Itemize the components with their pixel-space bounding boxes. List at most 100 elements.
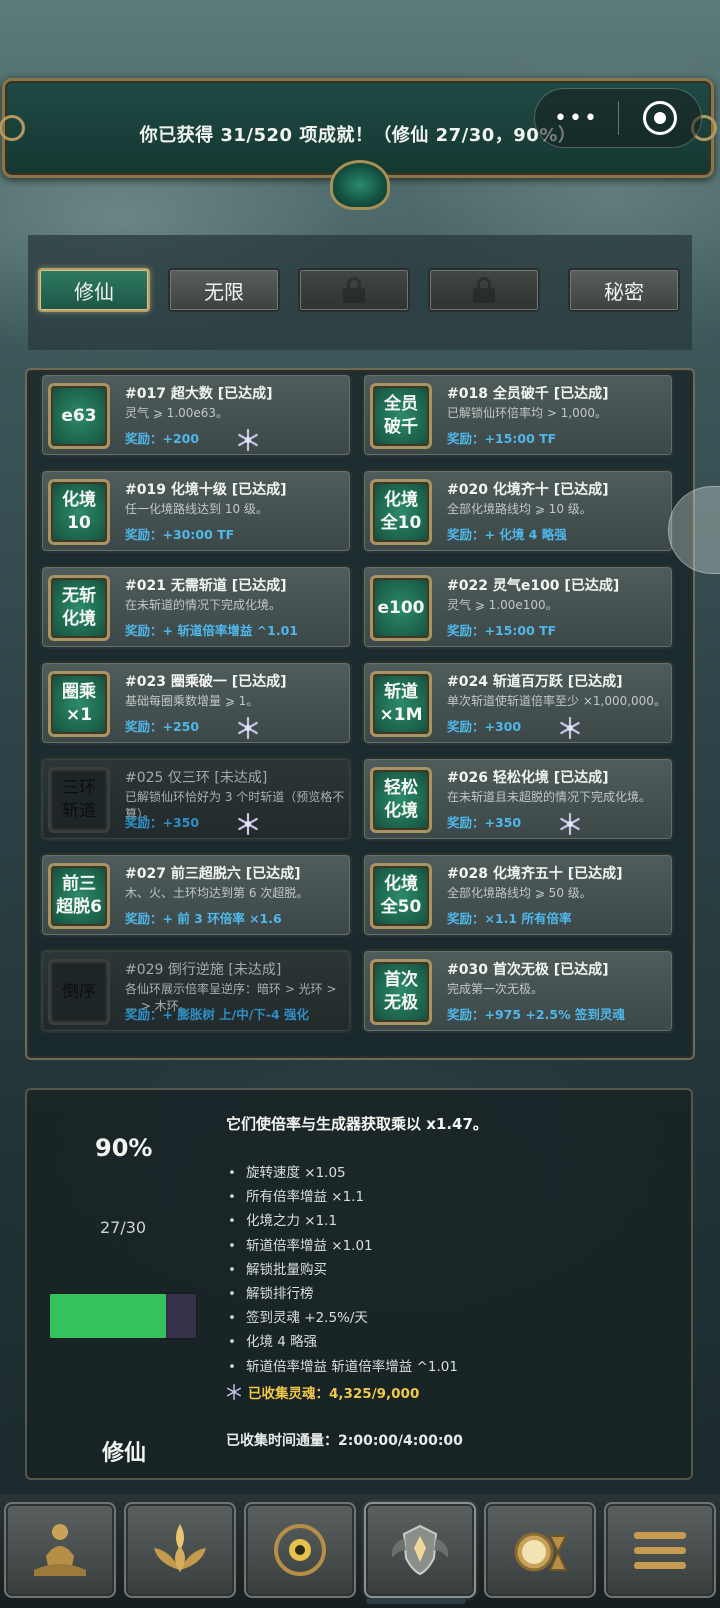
achievement-card[interactable]: 化境 10 #019 化境十级 [已达成] 任一化境路线达到 10 级。 奖励：+30… bbox=[40, 469, 352, 553]
achievement-badge: 全员 破千 bbox=[370, 383, 432, 449]
achievement-card[interactable]: 前三 超脱6 #027 前三超脱六 [已达成] 木、火、土环均达到第 6 次超脱。奖… bbox=[40, 853, 352, 937]
achievement-card[interactable]: 斩道 ×1M #024 斩道百万跃 [已达成] 单次斩道使斩道倍率至少 ×1,000… bbox=[362, 661, 674, 745]
achievement-card[interactable]: 首次 无极 #030 首次无极 [已达成] 完成第一次无极。奖励：+975 +2.5… bbox=[362, 949, 674, 1033]
bonus-item: 斩道倍率增益 斩道倍率增益 ^1.01 bbox=[228, 1355, 458, 1379]
bonus-item: 签到灵魂 +2.5%/天 bbox=[228, 1306, 458, 1330]
bonus-item: 化境之力 ×1.1 bbox=[228, 1209, 458, 1233]
achievement-card[interactable]: e63 #017 超大数 [已达成] 灵气 ⩾ 1.00e63。 奖励：+200 bbox=[40, 373, 352, 457]
achievement-description: 灵气 ⩾ 1.00e63。 bbox=[125, 406, 229, 420]
achievement-badge-text: 轻松 化境 bbox=[384, 778, 418, 821]
achievement-badge-text: 斩道 ×1M bbox=[379, 682, 423, 725]
bonus-list: 旋转速度 ×1.05 所有倍率增益 ×1.1 化境之力 ×1.1 斩道倍率增益 … bbox=[228, 1161, 458, 1379]
achievement-reward: 奖励：+ 化境 4 略强 bbox=[447, 527, 567, 542]
bonus-item: 所有倍率增益 ×1.1 bbox=[228, 1185, 458, 1209]
progress-fill bbox=[50, 1294, 167, 1338]
tab-locked-1[interactable] bbox=[298, 268, 410, 312]
achievement-title: #019 化境十级 [已达成] bbox=[125, 482, 287, 498]
achievement-badge: e63 bbox=[48, 383, 110, 449]
achievement-description: 完成第一次无极。 bbox=[447, 982, 544, 996]
achievement-reward: 奖励：+30:00 TF bbox=[125, 527, 235, 542]
achievement-badge-text: e100 bbox=[377, 597, 425, 618]
more-menu-button[interactable]: ••• bbox=[535, 106, 618, 131]
snowflake-icon bbox=[560, 717, 580, 739]
achievement-card[interactable]: 无斩 化境 #021 无需斩道 [已达成] 在未斩道的情况下完成化境。 奖励：+ 斩道… bbox=[40, 565, 352, 649]
nav-cultivation-button[interactable] bbox=[4, 1502, 116, 1598]
achievement-description: 全部化境路线均 ⩾ 10 级。 bbox=[447, 502, 592, 516]
achievement-badge-text: 三环 斩道 bbox=[62, 778, 96, 821]
achievement-badge: 化境 10 bbox=[48, 479, 110, 545]
achievement-title: #030 首次无极 [已达成] bbox=[447, 962, 609, 978]
achievement-title: #023 圈乘破一 [已达成] bbox=[125, 674, 287, 690]
achievement-reward: 奖励：+975 +2.5% 签到灵魂 bbox=[447, 1007, 625, 1022]
active-nav-indicator bbox=[366, 1598, 466, 1604]
achievement-reward: 奖励：+ 膨胀树 上/中/下-4 强化 bbox=[125, 1007, 310, 1022]
achievement-card[interactable]: 化境 全10 #020 化境齐十 [已达成] 全部化境路线均 ⩾ 10 级。 奖励：+… bbox=[362, 469, 674, 553]
achievement-title: #027 前三超脱六 [已达成] bbox=[125, 866, 301, 882]
achievement-reward: 奖励：+ 斩道倍率增益 ^1.01 bbox=[125, 623, 298, 638]
miniapp-capsule: ••• bbox=[534, 88, 702, 148]
achievement-title: #018 全员破千 [已达成] bbox=[447, 386, 609, 402]
achievement-reward: 奖励：+15:00 TF bbox=[447, 431, 557, 446]
nav-lotus-button[interactable] bbox=[124, 1502, 236, 1598]
tab-xiuxian[interactable]: 修仙 bbox=[38, 268, 150, 312]
bonus-item: 化境 4 略强 bbox=[228, 1330, 458, 1354]
achievement-badge: 三环 斩道 bbox=[48, 767, 110, 833]
achievement-badge-text: 化境 全50 bbox=[380, 874, 422, 917]
banner-medallion-icon bbox=[330, 160, 390, 210]
achievement-description: 灵气 ⩾ 1.00e100。 bbox=[447, 598, 558, 612]
nav-time-button[interactable] bbox=[484, 1502, 596, 1598]
bonus-heading: 它们使倍率与生成器获取乘以 x1.47。 bbox=[226, 1115, 488, 1133]
achievement-reward: 奖励：+ 前 3 环倍率 ×1.6 bbox=[125, 911, 282, 926]
achievement-badge-text: 全员 破千 bbox=[384, 394, 418, 437]
achievement-card[interactable]: 化境 全50 #028 化境齐五十 [已达成] 全部化境路线均 ⩾ 50 级。 奖励：… bbox=[362, 853, 674, 937]
compass-hourglass-icon bbox=[514, 1532, 568, 1572]
achievement-card[interactable]: 轻松 化境 #026 轻松化境 [已达成] 在未斩道且未超脱的情况下完成化境。 奖励：… bbox=[362, 757, 674, 841]
achievement-card[interactable]: 三环 斩道 #025 仅三环 [未达成] 已解锁仙环恰好为 3 个时斩道（预览格不算… bbox=[40, 757, 352, 841]
achievement-reward: 奖励：+350 bbox=[125, 815, 200, 830]
achievement-description: 任一化境路线达到 10 级。 bbox=[125, 502, 268, 516]
achievement-badge: 倒序 bbox=[48, 959, 110, 1025]
achievement-description: 单次斩道使斩道倍率至少 ×1,000,000。 bbox=[447, 694, 666, 708]
achievement-description: 已解锁仙环倍率均 > 1,000。 bbox=[447, 406, 608, 420]
achievement-card[interactable]: e100 #022 灵气e100 [已达成] 灵气 ⩾ 1.00e100。 奖励：+1… bbox=[362, 565, 674, 649]
achievement-badge-text: 倒序 bbox=[62, 981, 96, 1002]
nav-achievements-button[interactable] bbox=[364, 1502, 476, 1598]
achievement-description: 在未斩道且未超脱的情况下完成化境。 bbox=[447, 790, 652, 804]
target-icon bbox=[642, 101, 677, 135]
achievement-badge-text: 首次 无极 bbox=[384, 970, 418, 1013]
tab-secret[interactable]: 秘密 bbox=[568, 268, 680, 312]
completion-progress-bar bbox=[49, 1293, 197, 1339]
achievement-badge: 斩道 ×1M bbox=[370, 671, 432, 737]
achievement-title: #021 无需斩道 [已达成] bbox=[125, 578, 287, 594]
achievement-badge: 化境 全10 bbox=[370, 479, 432, 545]
tab-locked-2[interactable] bbox=[428, 268, 540, 312]
achievement-reward: 奖励：×1.1 所有倍率 bbox=[447, 911, 572, 926]
achievement-card[interactable]: 倒序 #029 倒行逆施 [未达成] 各仙环展示倍率呈逆序：暗环 > 光环 > … … bbox=[40, 949, 352, 1033]
achievement-badge: e100 bbox=[370, 575, 432, 641]
bonus-item: 解锁批量购买 bbox=[228, 1258, 458, 1282]
achievement-badge: 无斩 化境 bbox=[48, 575, 110, 641]
souls-collected-text: 已收集灵魂：4,325/9,000 bbox=[248, 1386, 420, 1402]
achievement-title: #024 斩道百万跃 [已达成] bbox=[447, 674, 623, 690]
bonus-item: 解锁排行榜 bbox=[228, 1282, 458, 1306]
achievement-title: #020 化境齐十 [已达成] bbox=[447, 482, 609, 498]
completion-percent: 90% bbox=[95, 1134, 153, 1162]
tab-wuxian[interactable]: 无限 bbox=[168, 268, 280, 312]
completion-fraction: 27/30 bbox=[100, 1218, 147, 1237]
achievement-badge: 前三 超脱6 bbox=[48, 863, 110, 929]
achievement-title: #026 轻松化境 [已达成] bbox=[447, 770, 609, 786]
achievement-badge: 化境 全50 bbox=[370, 863, 432, 929]
achievement-card[interactable]: 全员 破千 #018 全员破千 [已达成] 已解锁仙环倍率均 > 1,000。 奖励：… bbox=[362, 373, 674, 457]
nav-menu-button[interactable] bbox=[604, 1502, 716, 1598]
nav-bagua-button[interactable] bbox=[244, 1502, 356, 1598]
close-miniapp-button[interactable] bbox=[619, 101, 701, 135]
lock-icon bbox=[343, 277, 365, 303]
achievement-card[interactable]: 圈乘 ×1 #023 圈乘破一 [已达成] 基础每圈乘数增量 ⩾ 1。 奖励：+250 bbox=[40, 661, 352, 745]
achievement-description: 全部化境路线均 ⩾ 50 级。 bbox=[447, 886, 592, 900]
achievement-description: 基础每圈乘数增量 ⩾ 1。 bbox=[125, 694, 259, 708]
souls-collected: 已收集灵魂：4,325/9,000 bbox=[226, 1382, 419, 1402]
lock-icon bbox=[473, 277, 495, 303]
achievement-badge: 轻松 化境 bbox=[370, 767, 432, 833]
achievement-title: #017 超大数 [已达成] bbox=[125, 386, 273, 402]
achievement-title: #029 倒行逆施 [未达成] bbox=[125, 962, 282, 978]
